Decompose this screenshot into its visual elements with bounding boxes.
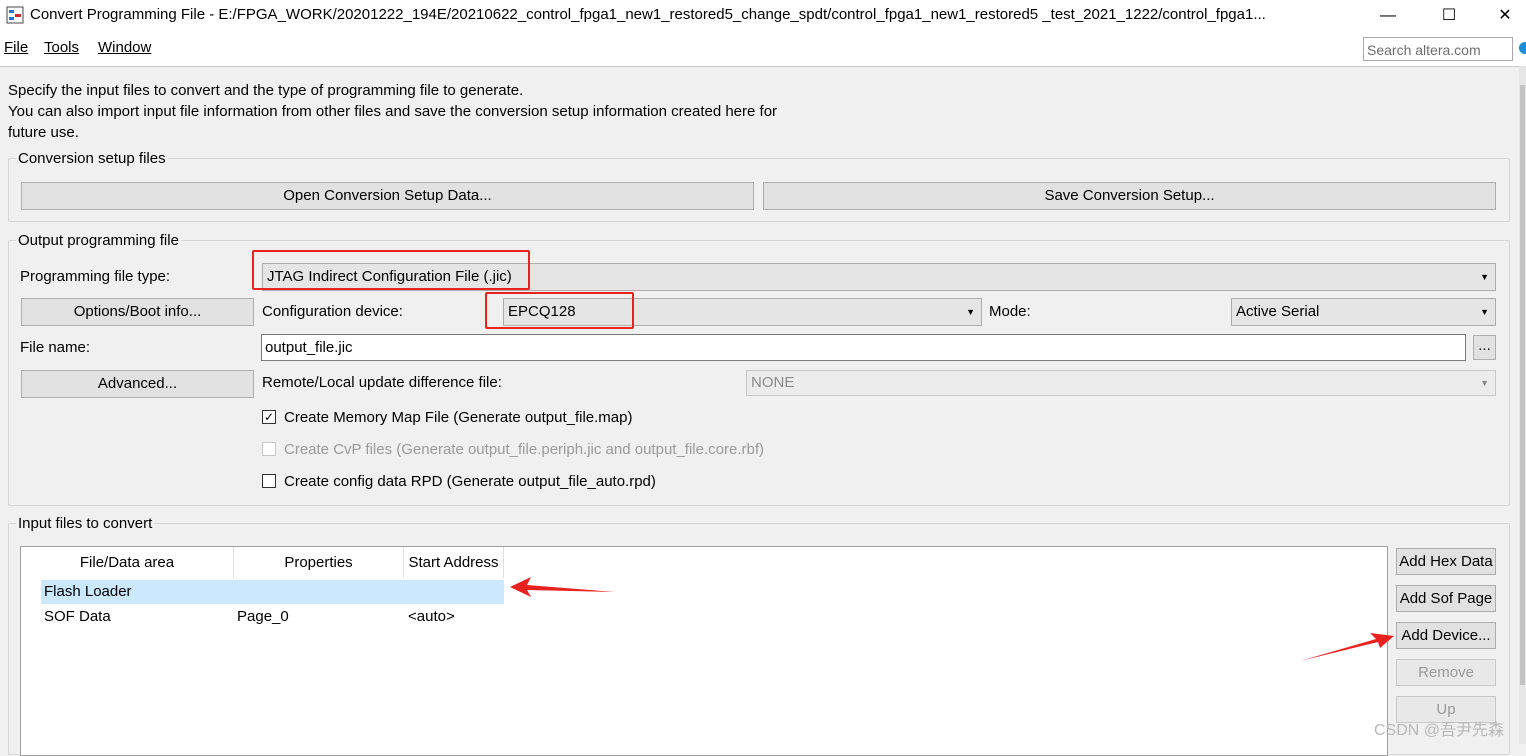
search-icon[interactable] [1519,42,1526,54]
watermark-text: CSDN @吾尹先森 [1374,722,1505,739]
table-cell-file: Flash Loader [44,583,132,600]
minimize-button[interactable]: — [1365,0,1411,31]
table-cell-file: SOF Data [44,608,111,625]
intro-text: Specify the input files to convert and t… [8,80,868,143]
remove-button: Remove [1396,659,1496,686]
menu-tools[interactable]: Tools [44,39,79,56]
file-type-label: Programming file type: [20,268,171,285]
table-cell-start-address: <auto> [408,608,455,625]
annotation-arrow-flash-loader [510,577,615,597]
menu-window-label: Window [98,39,152,56]
chevron-down-icon: ▼ [966,307,975,317]
save-conversion-setup-button[interactable]: Save Conversion Setup... [763,182,1496,210]
rpd-checkbox[interactable] [262,474,276,488]
rpd-label: Create config data RPD (Generate output_… [284,473,656,490]
intro-line-1: Specify the input files to convert and t… [8,82,524,99]
remote-update-select: NONE ▼ [746,370,1496,396]
conversion-setup-title: Conversion setup files [16,150,168,167]
remote-update-value: NONE [751,374,795,391]
options-boot-info-button[interactable]: Options/Boot info... [21,298,254,326]
chevron-down-icon: ▼ [1480,272,1489,282]
menu-bar [0,31,1526,67]
remote-update-label: Remote/Local update difference file: [262,374,502,391]
intro-line-3: future use. [8,124,79,141]
column-header-file[interactable]: File/Data area [21,547,234,578]
input-files-title: Input files to convert [16,515,155,532]
browse-button[interactable]: ... [1473,335,1496,360]
mode-select[interactable]: Active Serial ▼ [1231,298,1496,326]
app-icon [6,6,24,24]
mode-label: Mode: [989,303,1031,320]
config-device-label: Configuration device: [262,303,403,320]
memory-map-checkbox[interactable]: ✓ [262,410,276,424]
column-header-start-address[interactable]: Start Address [404,547,504,578]
intro-line-2: You can also import input file informati… [8,103,778,120]
add-device-button[interactable]: Add Device... [1396,622,1496,649]
add-hex-data-button[interactable]: Add Hex Data [1396,548,1496,575]
file-name-input[interactable]: output_file.jic [261,334,1466,361]
menu-file-label: File [4,39,29,56]
add-sof-page-button[interactable]: Add Sof Page [1396,585,1496,612]
file-name-label: File name: [20,339,91,356]
window-title: Convert Programming File - E:/FPGA_WORK/… [30,6,1266,23]
maximize-button[interactable]: ☐ [1426,0,1472,31]
menu-file[interactable]: File [4,39,28,56]
cvp-files-label: Create CvP files (Generate output_file.p… [284,441,764,458]
scrollbar-thumb[interactable] [1520,85,1525,685]
annotation-arrow-add-device [1300,633,1394,661]
chevron-down-icon: ▼ [1480,307,1489,317]
annotation-box-config-device [485,292,634,329]
table-cell-properties: Page_0 [237,608,289,625]
menu-tools-label: Tools [44,39,80,56]
cvp-files-checkbox [262,442,276,456]
mode-value: Active Serial [1236,303,1320,320]
annotation-box-file-type [252,250,530,290]
memory-map-label: Create Memory Map File (Generate output_… [284,409,633,426]
chevron-down-icon: ▼ [1480,378,1489,388]
advanced-button[interactable]: Advanced... [21,370,254,398]
menu-window[interactable]: Window [98,39,151,56]
open-conversion-setup-button[interactable]: Open Conversion Setup Data... [21,182,754,210]
close-button[interactable]: ✕ [1482,0,1526,31]
search-input[interactable]: Search altera.com [1363,37,1513,61]
column-header-properties[interactable]: Properties [234,547,404,578]
output-file-title: Output programming file [16,232,181,249]
